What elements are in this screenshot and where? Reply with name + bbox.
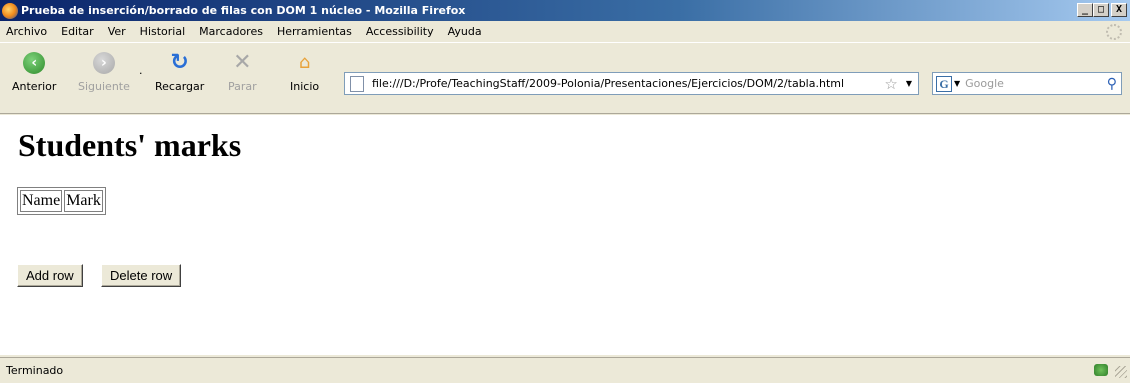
menu-archivo[interactable]: Archivo (6, 25, 47, 38)
resize-grip-icon[interactable] (1115, 366, 1127, 378)
reload-label: Recargar (155, 80, 205, 93)
menu-marcadores[interactable]: Marcadores (199, 25, 263, 38)
stop-icon: ✕ (233, 50, 252, 75)
add-row-button[interactable]: Add row (17, 264, 83, 287)
window-title: Prueba de inserción/borrado de filas con… (21, 4, 466, 17)
menu-accessibility[interactable]: Accessibility (366, 25, 434, 38)
magnifier-icon[interactable]: ⚲ (1107, 76, 1117, 92)
status-text: Terminado (6, 364, 64, 377)
back-button[interactable]: ‹ Anterior (12, 52, 56, 93)
menu-bar: Archivo Editar Ver Historial Marcadores … (0, 21, 1130, 43)
page-title: Students' marks (18, 127, 242, 163)
stop-label: Parar (228, 80, 257, 93)
minimize-button[interactable]: _ (1077, 3, 1093, 17)
url-bar[interactable]: file:///D:/Profe/TeachingStaff/2009-Polo… (344, 72, 919, 95)
column-header-name: Name (20, 190, 63, 212)
menu-ver[interactable]: Ver (108, 25, 126, 38)
home-icon: ⌂ (298, 52, 311, 73)
page-icon (350, 75, 364, 92)
marks-table: Name Mark (17, 187, 106, 215)
firefox-icon (2, 2, 18, 19)
status-addon-icon[interactable] (1094, 364, 1108, 376)
throbber-icon (1106, 24, 1122, 40)
url-dropdown-icon[interactable]: ▼ (906, 79, 912, 88)
search-bar[interactable]: G ▼ Google ⚲ (932, 72, 1122, 95)
page-content: Students' marks Name Mark Add row Delete… (0, 115, 1130, 355)
column-header-mark: Mark (64, 190, 103, 212)
navigation-toolbar: ‹ Anterior › Siguiente . ↻ Recargar ✕ Pa… (0, 44, 1130, 114)
search-engine-icon[interactable]: G (936, 75, 952, 92)
forward-button[interactable]: › Siguiente (78, 52, 130, 93)
url-text[interactable]: file:///D:/Profe/TeachingStaff/2009-Polo… (372, 77, 884, 90)
menu-editar[interactable]: Editar (61, 25, 94, 38)
history-dropdown[interactable]: . (139, 64, 143, 77)
maximize-button[interactable]: □ (1093, 3, 1109, 17)
close-button[interactable]: X (1111, 3, 1127, 17)
table-header-row: Name Mark (20, 190, 103, 212)
back-label: Anterior (12, 80, 57, 93)
menu-ayuda[interactable]: Ayuda (448, 25, 482, 38)
home-label: Inicio (290, 80, 320, 93)
engine-dropdown-icon[interactable]: ▼ (954, 79, 960, 88)
delete-row-button[interactable]: Delete row (101, 264, 182, 287)
reload-icon: ↻ (170, 50, 189, 75)
search-input[interactable]: Google (965, 77, 1107, 90)
stop-button[interactable]: ✕ Parar (228, 50, 257, 94)
reload-button[interactable]: ↻ Recargar (155, 50, 205, 94)
back-arrow-icon: ‹ (23, 52, 46, 74)
menu-herramientas[interactable]: Herramientas (277, 25, 352, 38)
window-controls: _ □ X (1077, 3, 1127, 17)
forward-label: Siguiente (78, 80, 130, 93)
status-bar: Terminado (0, 357, 1130, 383)
bookmark-star-icon[interactable]: ☆ (884, 75, 897, 93)
menu-historial[interactable]: Historial (140, 25, 185, 38)
forward-arrow-icon: › (92, 52, 115, 74)
window-titlebar: Prueba de inserción/borrado de filas con… (0, 0, 1130, 21)
home-button[interactable]: ⌂ Inicio (290, 52, 319, 93)
